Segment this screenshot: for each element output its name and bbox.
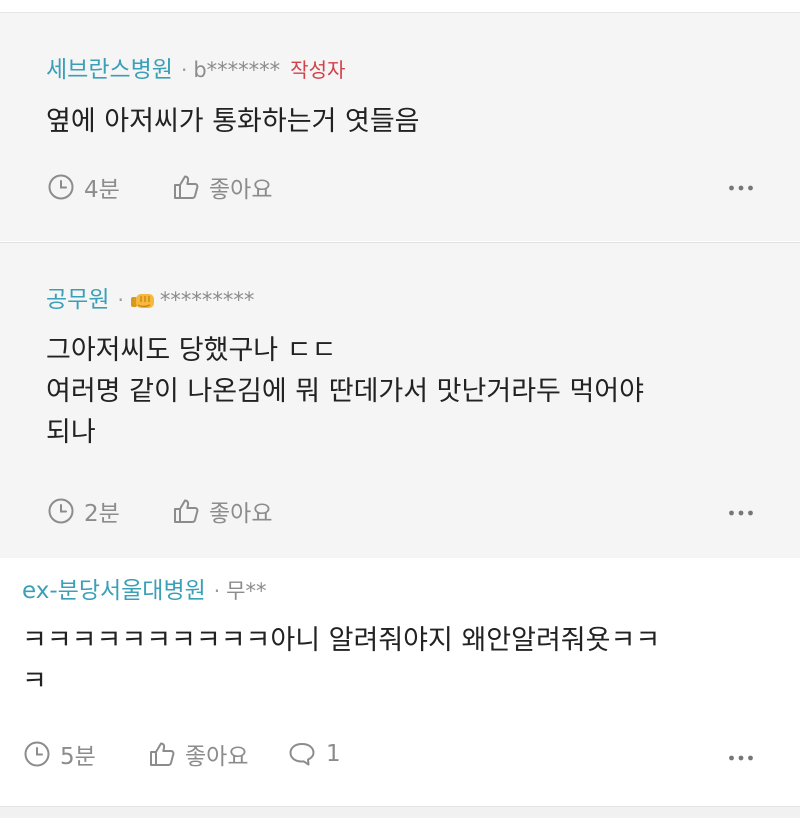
clock-icon bbox=[24, 741, 50, 767]
author-organization[interactable]: 공무원 bbox=[46, 285, 109, 315]
more-dots-icon[interactable] bbox=[728, 754, 754, 762]
comment-line: 여러명 같이 나온김에 뭐 딴데가서 맛난거라두 먹어야 bbox=[46, 376, 644, 407]
comment-list: 세브란스병원 · b******* 작성자 옆에 아저씨가 통화하는거 엿들음 … bbox=[0, 0, 800, 818]
reply-button[interactable]: 1 bbox=[287, 736, 341, 772]
comment-actions: 5분 좋아요 1 bbox=[23, 736, 341, 772]
comment-time: 4분 bbox=[84, 177, 120, 203]
meta-separator: · bbox=[213, 579, 221, 603]
like-label: 좋아요 bbox=[209, 177, 273, 203]
comment-line: ㅋㅋㅋㅋㅋㅋㅋㅋㅋㅋ아니 알려줘야지 왜안알려줘욧ㅋㅋ bbox=[22, 625, 661, 656]
comment-item: ex-분당서울대병원 · 무** ㅋㅋㅋㅋㅋㅋㅋㅋㅋㅋ아니 알려줘야지 왜안알려… bbox=[0, 558, 800, 806]
comment-line: 되나 bbox=[46, 417, 96, 448]
meta-separator: · bbox=[180, 58, 188, 82]
thumbs-up-icon bbox=[150, 742, 175, 766]
comment-time: 2분 bbox=[84, 501, 120, 527]
comment-text: 그아저씨도 당했구나 ㄷㄷ 여러명 같이 나온김에 뭐 딴데가서 맛난거라두 먹어… bbox=[46, 330, 644, 453]
author-nickname[interactable]: ********* bbox=[160, 285, 255, 315]
author-organization[interactable]: ex-분당서울대병원 bbox=[22, 576, 206, 606]
author-organization[interactable]: 세브란스병원 bbox=[46, 55, 173, 85]
fist-emoji-icon bbox=[130, 294, 154, 308]
meta-separator: · bbox=[117, 288, 124, 312]
comment-meta: 세브란스병원 · b******* 작성자 bbox=[46, 55, 345, 85]
comment-line: ㅋ bbox=[22, 666, 47, 697]
comment-line: 옆에 아저씨가 통화하는거 엿들음 bbox=[46, 106, 420, 137]
like-button[interactable]: 좋아요 bbox=[172, 169, 311, 205]
time-info: 4분 bbox=[47, 169, 172, 205]
comment-actions: 2분 좋아요 bbox=[47, 493, 311, 529]
comment-meta: ex-분당서울대병원 · 무** bbox=[22, 576, 266, 606]
author-nickname[interactable]: 무** bbox=[226, 576, 266, 606]
comment-meta: 공무원 · ********* bbox=[46, 285, 254, 315]
time-info: 5분 bbox=[23, 736, 148, 772]
thumbs-up-icon bbox=[174, 175, 199, 199]
comment-time: 5분 bbox=[60, 744, 96, 770]
like-label: 좋아요 bbox=[209, 501, 273, 527]
reply-count: 1 bbox=[326, 741, 341, 767]
clock-icon bbox=[48, 174, 74, 200]
section-divider bbox=[0, 806, 800, 818]
more-dots-icon[interactable] bbox=[728, 184, 754, 192]
like-button[interactable]: 좋아요 bbox=[172, 493, 311, 529]
speech-bubble-icon bbox=[289, 743, 315, 766]
comment-actions: 4분 좋아요 bbox=[47, 169, 311, 205]
like-label: 좋아요 bbox=[185, 744, 249, 770]
comment-text: ㅋㅋㅋㅋㅋㅋㅋㅋㅋㅋ아니 알려줘야지 왜안알려줘욧ㅋㅋㅋ bbox=[22, 620, 660, 702]
like-button[interactable]: 좋아요 bbox=[148, 736, 287, 772]
more-dots-icon[interactable] bbox=[728, 509, 754, 517]
author-badge: 작성자 bbox=[290, 58, 346, 82]
clock-icon bbox=[48, 498, 74, 524]
comment-item: 공무원 · ********* 그아저씨도 당했구나 ㄷㄷ 여러명 같이 나온김에… bbox=[0, 242, 800, 558]
comment-line: 그아저씨도 당했구나 ㄷㄷ bbox=[46, 335, 337, 366]
thumbs-up-icon bbox=[174, 499, 199, 523]
comment-text: 옆에 아저씨가 통화하는거 엿들음 bbox=[46, 101, 420, 142]
comment-item: 세브란스병원 · b******* 작성자 옆에 아저씨가 통화하는거 엿들음 … bbox=[0, 12, 800, 241]
author-nickname[interactable]: b******* bbox=[193, 55, 280, 85]
time-info: 2분 bbox=[47, 493, 172, 529]
